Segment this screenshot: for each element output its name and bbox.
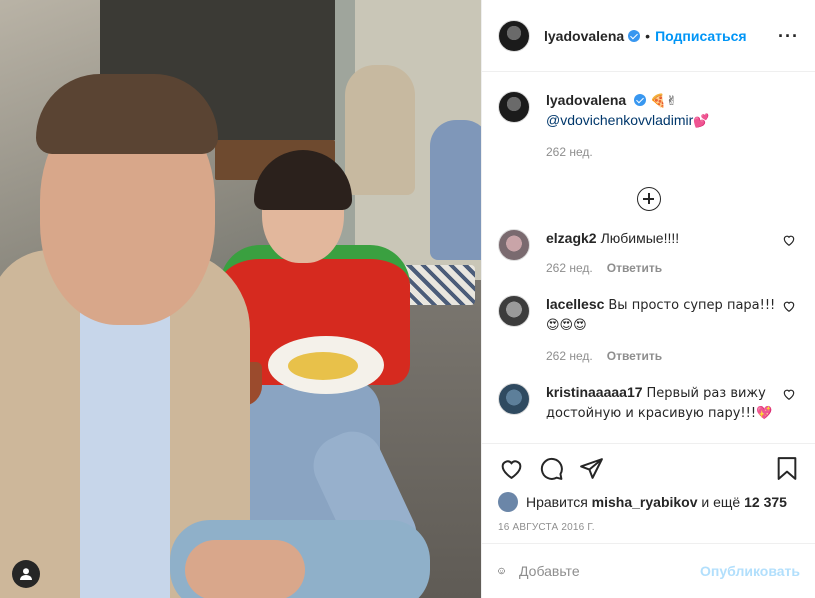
post-date[interactable]: 16 августа 2016 г. [498,522,800,533]
caption-mention-link[interactable]: @vdovichenkovvladimir [546,112,693,128]
post-actions-section: Нравится misha_ryabikov и ещё 12 375 16 … [482,443,815,543]
photo-man-hand [185,540,305,598]
reply-button[interactable]: Ответить [607,349,662,363]
comment-time[interactable]: 262 нед. [546,349,593,363]
like-comment-heart-icon[interactable] [782,299,796,313]
comment-text: Любимые!!!! [600,230,680,246]
author-avatar[interactable] [498,91,530,123]
comment-time[interactable]: 262 нед. [546,261,593,275]
publish-button[interactable]: Опубликовать [700,563,800,579]
bookmark-icon [777,456,797,480]
comment-username[interactable]: elzagk2 [546,230,597,246]
photo-man-hair [36,74,218,154]
tagged-users-button[interactable] [12,560,40,588]
author-avatar[interactable] [498,19,530,52]
post-photo[interactable] [0,0,481,598]
caption-emoji: 🍕✌ [650,94,678,109]
list-item: kristinaaaaa17 Первый раз вижу достойную … [498,383,800,423]
heart-icon [501,459,521,479]
caption-meta: 262 нед. [546,143,776,161]
comment-username[interactable]: lacellesc [546,296,604,312]
comments-list[interactable]: lyadovalena 🍕✌ @vdovichenkovvladimir💕 26… [482,73,815,443]
commenter-avatar[interactable] [498,383,530,415]
liked-by-username[interactable]: misha_ryabikov [592,494,698,510]
like-comment-heart-icon[interactable] [782,233,796,247]
caption-username[interactable]: lyadovalena [546,92,626,108]
list-item: lacellesc Вы просто супер пара!!!😍😍😍 262 … [498,295,800,365]
more-options-icon[interactable]: ··· [778,27,799,45]
author-username[interactable]: lyadovalena [544,28,624,44]
commenter-avatar[interactable] [498,229,530,261]
like-comment-heart-icon[interactable] [782,387,796,401]
verified-badge-icon [634,94,647,106]
follow-button[interactable]: Подписаться [655,28,747,44]
emoji-smiley-icon[interactable] [498,559,505,583]
paper-plane-icon [579,457,603,479]
liker-avatar[interactable] [498,492,518,512]
action-buttons [498,444,800,492]
caption-time[interactable]: 262 нед. [546,145,593,159]
caption-emoji: 💕 [693,114,710,129]
likes-prefix: Нравится [526,494,588,510]
post-sidebar: lyadovalena • Подписаться ··· lyadovalen… [481,0,815,598]
photo-food [288,352,358,380]
comment-composer: Опубликовать [482,543,815,598]
save-button[interactable] [774,455,800,481]
reply-button[interactable]: Ответить [607,261,662,275]
comment-username[interactable]: kristinaaaaa17 [546,384,643,400]
like-button[interactable] [498,455,524,481]
likes-summary: Нравится misha_ryabikov и ещё 12 375 [498,492,800,512]
caption: lyadovalena 🍕✌ @vdovichenkovvladimir💕 26… [498,91,800,161]
photo-background-person [345,65,415,195]
photo-background-person [430,120,481,260]
likes-suffix: и ещё [701,494,741,510]
likes-count[interactable]: 12 375 [744,494,787,510]
speech-bubble-icon [540,457,563,480]
share-button[interactable] [578,455,604,481]
user-icon [20,568,32,580]
comment-input[interactable] [519,563,701,579]
verified-badge-icon [628,29,641,42]
separator-dot: • [645,27,651,44]
commenter-avatar[interactable] [498,295,530,327]
post-header: lyadovalena • Подписаться ··· [482,0,815,72]
comment-button[interactable] [538,455,564,481]
list-item: elzagk2 Любимые!!!! 262 нед. Ответить [498,229,800,277]
photo-man-shirt [80,300,170,598]
load-more-comments-button[interactable] [637,187,661,211]
